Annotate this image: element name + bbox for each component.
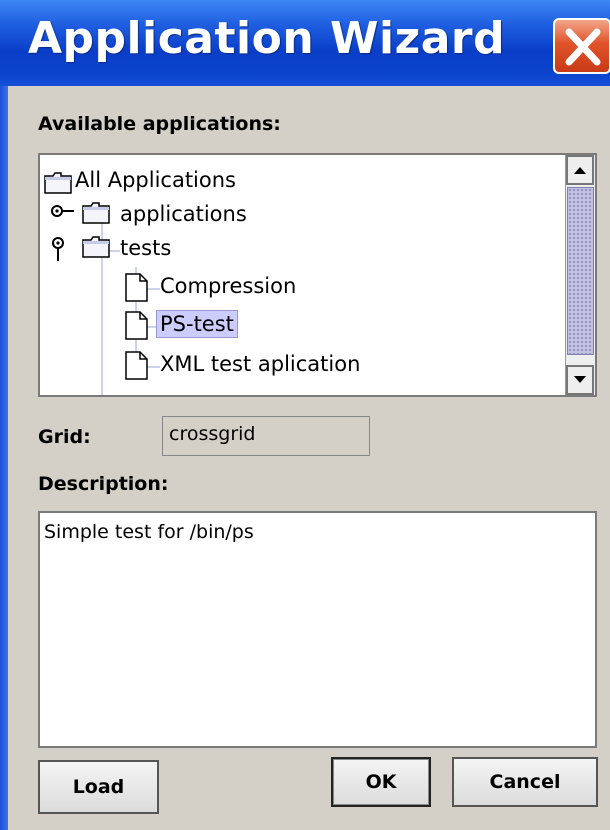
scroll-thumb[interactable] (567, 187, 594, 355)
folder-icon (44, 172, 72, 194)
folder-icon (82, 202, 110, 224)
tree-leaf-xml-test[interactable]: XML test aplication (160, 351, 360, 377)
grid-field[interactable]: crossgrid (162, 416, 370, 456)
document-icon (125, 351, 148, 380)
tree-root-label[interactable]: All Applications (75, 167, 236, 193)
description-label: Description: (38, 473, 169, 495)
grid-label: Grid: (38, 426, 91, 448)
arrow-down-icon (574, 376, 586, 383)
scroll-down-button[interactable] (566, 365, 594, 395)
tree-leaf-ps-test[interactable]: PS-test (156, 310, 238, 338)
expanded-handle-icon[interactable] (50, 235, 74, 263)
window-frame-left (0, 0, 8, 830)
document-icon (125, 273, 148, 302)
tree-node-applications[interactable]: applications (120, 201, 247, 227)
window-title: Application Wizard (28, 13, 506, 64)
title-bar[interactable]: Application Wizard (0, 0, 610, 86)
arrow-up-icon (574, 167, 586, 174)
close-x-icon (565, 28, 601, 66)
application-wizard-window: Application Wizard Available application… (0, 0, 610, 830)
ok-button[interactable]: OK (331, 757, 431, 807)
tree-node-tests[interactable]: tests (120, 235, 171, 261)
folder-icon (82, 236, 110, 258)
document-icon (125, 311, 148, 340)
tree-vertical-scrollbar[interactable] (565, 155, 595, 395)
tree-leaf-compression[interactable]: Compression (160, 273, 296, 299)
application-tree[interactable]: All Applications applications tests Comp… (38, 153, 597, 397)
description-textarea[interactable]: Simple test for /bin/ps (38, 511, 597, 748)
close-button[interactable] (553, 18, 610, 74)
available-applications-label: Available applications: (38, 113, 281, 135)
collapsed-handle-icon[interactable] (50, 203, 80, 219)
load-button[interactable]: Load (38, 760, 159, 814)
scroll-up-button[interactable] (566, 155, 594, 185)
cancel-button[interactable]: Cancel (452, 757, 598, 807)
